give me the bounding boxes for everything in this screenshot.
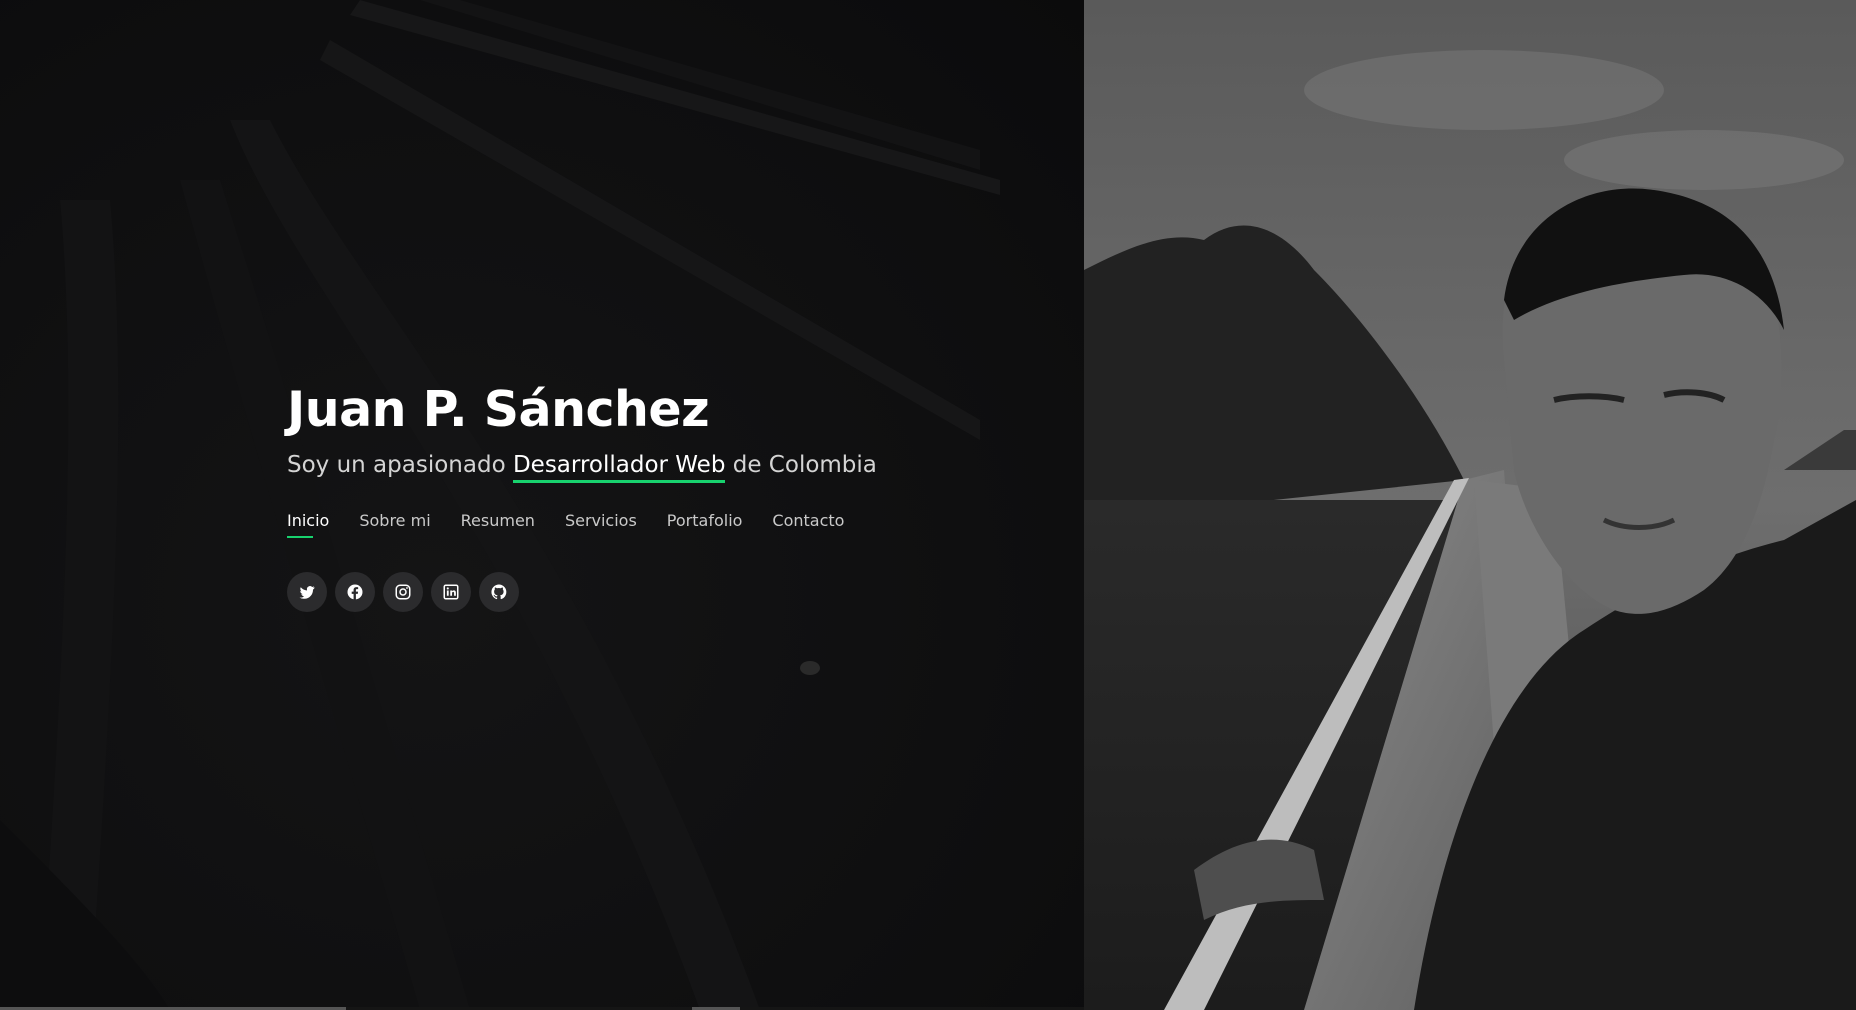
github-icon <box>491 584 507 600</box>
nav-resumen[interactable]: Resumen <box>461 511 535 536</box>
page: Juan P. Sánchez Soy un apasionado Desarr… <box>0 0 1856 1010</box>
hero: Juan P. Sánchez Soy un apasionado Desarr… <box>287 380 987 612</box>
main-nav: Inicio Sobre mi Resumen Servicios Portaf… <box>287 511 987 538</box>
instagram-icon <box>395 584 411 600</box>
subtitle-prefix: Soy un apasionado <box>287 452 506 478</box>
hero-title: Juan P. Sánchez <box>287 381 710 438</box>
nav-servicios[interactable]: Servicios <box>565 511 637 536</box>
twitter-link[interactable] <box>287 572 327 612</box>
nav-sobre-mi[interactable]: Sobre mi <box>359 511 430 536</box>
profile-photo <box>1084 0 1856 1010</box>
twitter-icon <box>299 586 315 599</box>
nav-portafolio[interactable]: Portafolio <box>667 511 743 536</box>
nav-contacto[interactable]: Contacto <box>772 511 844 536</box>
profile-photo-image <box>1084 0 1856 1010</box>
facebook-link[interactable] <box>335 572 375 612</box>
facebook-icon <box>347 584 363 600</box>
nav-inicio[interactable]: Inicio <box>287 511 329 538</box>
typed-role: Desarrollador Web <box>512 452 726 483</box>
hero-subtitle: Soy un apasionado Desarrollador Web de C… <box>287 448 987 483</box>
social-links <box>287 572 987 612</box>
instagram-link[interactable] <box>383 572 423 612</box>
linkedin-link[interactable] <box>431 572 471 612</box>
linkedin-icon <box>443 584 459 600</box>
subtitle-suffix: de Colombia <box>732 452 877 478</box>
github-link[interactable] <box>479 572 519 612</box>
